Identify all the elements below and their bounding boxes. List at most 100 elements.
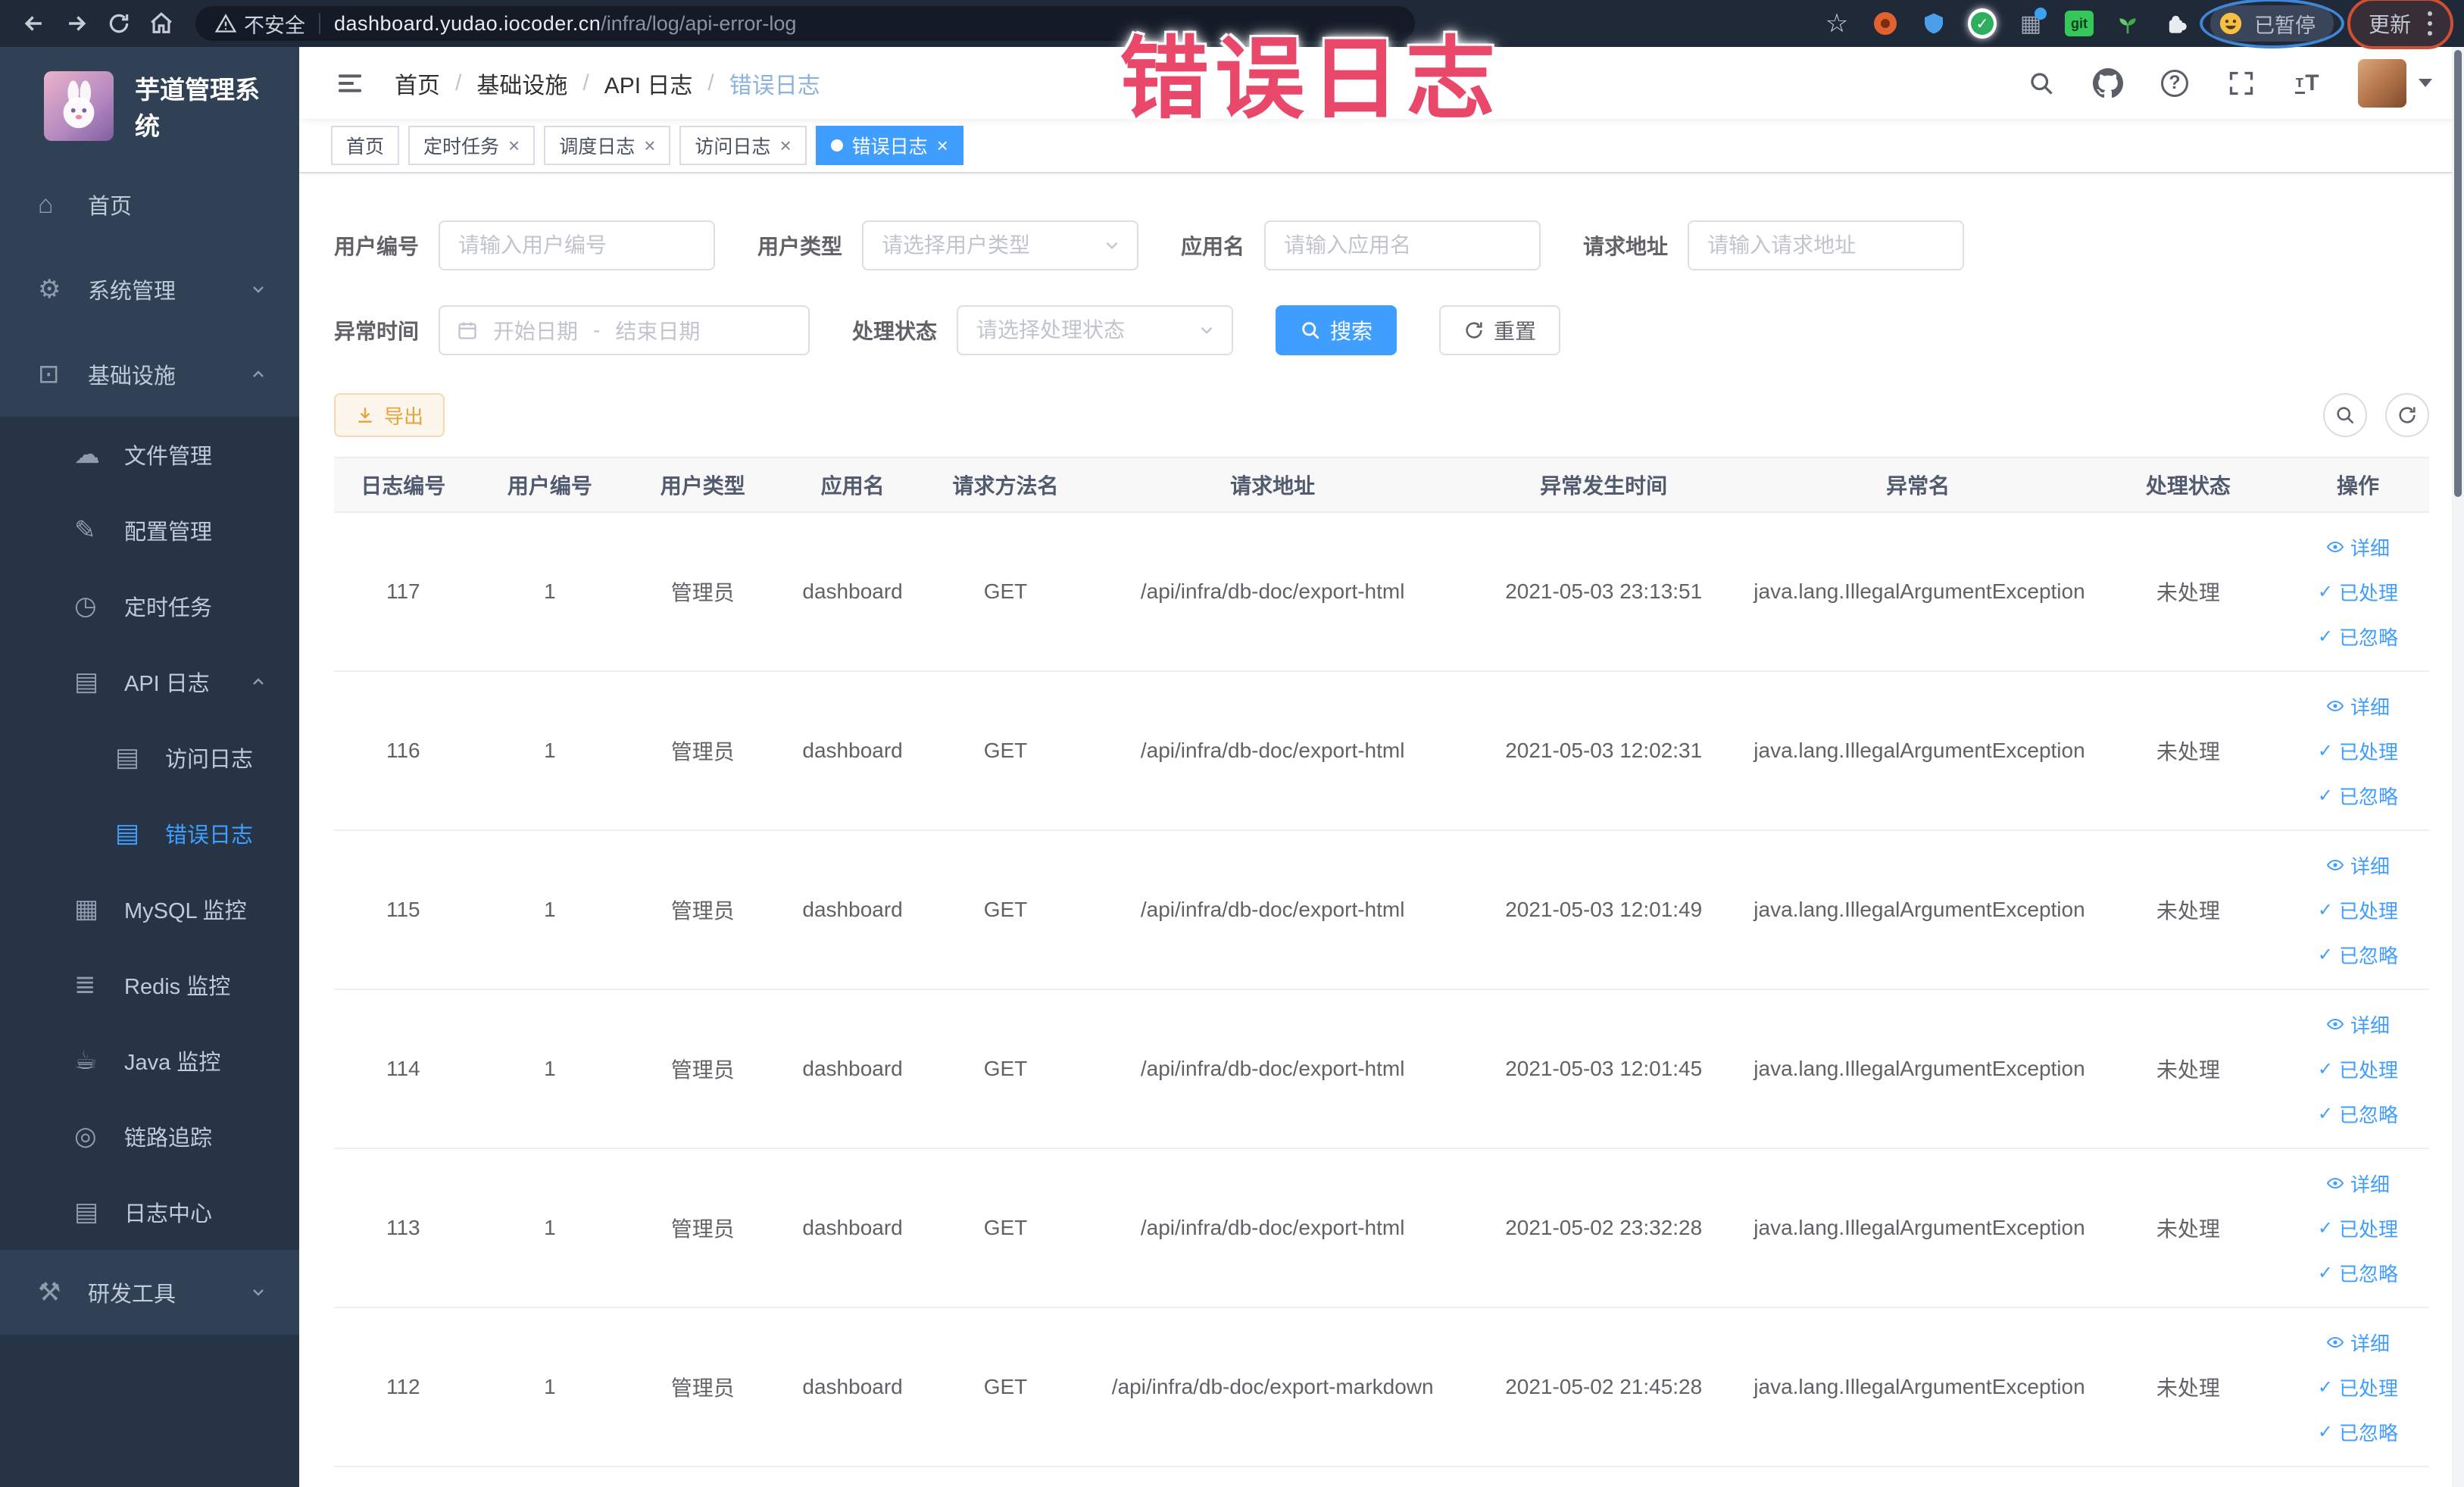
active-tab-dot xyxy=(830,139,843,152)
browser-home-icon[interactable] xyxy=(144,6,179,41)
search-button-label: 搜索 xyxy=(1330,320,1373,343)
extension-shield-icon[interactable] xyxy=(1919,9,1948,38)
monitor-icon: ⊡ xyxy=(38,360,60,389)
sidebar-item-dev-tools[interactable]: ⚒ 研发工具 xyxy=(0,1250,299,1335)
sidebar-item-config-manage[interactable]: ✎ 配置管理 xyxy=(0,492,299,568)
browser-toolbar: 不安全 dashboard.yudao.iocoder.cn/infra/log… xyxy=(0,0,2464,49)
detail-link[interactable]: 详细 xyxy=(2326,851,2390,879)
sidebar-item-trace[interactable]: ◎ 链路追踪 xyxy=(0,1098,299,1174)
sidebar-item-api-log[interactable]: ▤ API 日志 xyxy=(0,644,299,720)
extension-puzzle-icon[interactable] xyxy=(2162,9,2191,38)
sidebar-item-scheduled-jobs[interactable]: ◷ 定时任务 xyxy=(0,568,299,644)
tab-home[interactable]: 首页 xyxy=(331,126,400,165)
extension-vue-devtools-icon[interactable]: ✓ xyxy=(1967,8,1997,39)
extension-git-icon[interactable]: git xyxy=(2064,9,2094,38)
browser-menu-icon[interactable] xyxy=(2428,11,2432,36)
page-scrollbar[interactable] xyxy=(2452,47,2464,1487)
close-icon[interactable]: × xyxy=(779,136,791,155)
extension-grid-icon[interactable]: ▦ xyxy=(2016,8,2047,38)
col-user-id: 用户编号 xyxy=(507,474,592,498)
browser-forward-icon[interactable] xyxy=(59,6,94,41)
mark-ignored-link[interactable]: ✓ 已忽略 xyxy=(2318,1259,2398,1287)
tab-scheduled-jobs[interactable]: 定时任务 × xyxy=(408,126,536,165)
detail-link[interactable]: 详细 xyxy=(2326,1170,2390,1198)
mark-ignored-link[interactable]: ✓ 已忽略 xyxy=(2318,1100,2398,1128)
header-search-icon[interactable] xyxy=(2025,67,2058,100)
mark-ignored-link[interactable]: ✓ 已忽略 xyxy=(2318,782,2398,810)
scrollbar-thumb[interactable] xyxy=(2454,50,2462,497)
github-icon[interactable] xyxy=(2091,67,2125,100)
hamburger-icon[interactable] xyxy=(331,64,369,102)
paused-extension-pill[interactable]: 已暂停 xyxy=(2199,0,2344,48)
browser-reload-icon[interactable] xyxy=(101,6,136,41)
sidebar-item-label: 定时任务 xyxy=(124,596,213,620)
breadcrumb-infra[interactable]: 基础设施 xyxy=(476,67,567,100)
tab-error-log[interactable]: 错误日志 × xyxy=(815,126,963,165)
update-label: 更新 xyxy=(2368,13,2411,36)
security-warning[interactable]: 不安全 xyxy=(215,9,305,39)
toggle-search-button[interactable] xyxy=(2323,393,2367,437)
process-status-select[interactable] xyxy=(957,305,1234,355)
user-id-input[interactable] xyxy=(439,220,716,270)
sidebar-item-label: 基础设施 xyxy=(88,364,176,389)
sidebar-item-error-log[interactable]: ▤ 错误日志 xyxy=(0,795,299,871)
app-logo-row[interactable]: 芋道管理系统 xyxy=(0,61,299,162)
mark-processed-link[interactable]: ✓ 已处理 xyxy=(2318,737,2398,765)
sidebar-item-java-monitor[interactable]: ☕ Java 监控 xyxy=(0,1023,299,1098)
breadcrumb: 首页 / 基础设施 / API 日志 / 错误日志 xyxy=(395,67,820,100)
app-name-input[interactable] xyxy=(1264,220,1541,270)
sidebar-item-home[interactable]: ⌂ 首页 xyxy=(0,162,299,247)
close-icon[interactable]: × xyxy=(644,136,655,155)
sidebar-item-infra[interactable]: ⊡ 基础设施 xyxy=(0,332,299,417)
export-button[interactable]: 导出 xyxy=(334,393,445,437)
reset-button[interactable]: 重置 xyxy=(1439,305,1561,355)
search-button[interactable]: 搜索 xyxy=(1276,305,1398,355)
breadcrumb-home[interactable]: 首页 xyxy=(395,67,440,100)
close-icon[interactable]: × xyxy=(937,136,948,155)
mark-ignored-link[interactable]: ✓ 已忽略 xyxy=(2318,941,2398,969)
cell-actions: 详细 ✓ 已处理 ✓ 已忽略 xyxy=(2287,692,2429,810)
mark-ignored-link[interactable]: ✓ 已忽略 xyxy=(2318,623,2398,651)
breadcrumb-api-log[interactable]: API 日志 xyxy=(604,67,693,100)
user-menu[interactable] xyxy=(2358,58,2432,108)
mark-processed-link[interactable]: ✓ 已处理 xyxy=(2318,1214,2398,1242)
browser-update-button[interactable]: 更新 xyxy=(2347,0,2453,49)
close-icon[interactable]: × xyxy=(508,136,520,155)
font-size-icon[interactable]: тT xyxy=(2291,67,2325,100)
tab-access-log[interactable]: 访问日志 × xyxy=(679,126,807,165)
sidebar-item-system[interactable]: ⚙ 系统管理 xyxy=(0,247,299,332)
refresh-table-button[interactable] xyxy=(2385,393,2429,437)
request-url-input[interactable] xyxy=(1688,220,1965,270)
detail-link[interactable]: 详细 xyxy=(2326,1011,2390,1039)
sidebar-item-redis-monitor[interactable]: ≣ Redis 监控 xyxy=(0,947,299,1023)
extension-orange-icon[interactable] xyxy=(1871,9,1900,38)
extension-plant-icon[interactable] xyxy=(2113,9,2142,38)
browser-back-icon[interactable] xyxy=(17,6,52,41)
sidebar-item-file-manage[interactable]: ☁ 文件管理 xyxy=(0,417,299,492)
bookmark-star-icon[interactable]: ☆ xyxy=(1822,9,1851,38)
detail-link[interactable]: 详细 xyxy=(2326,1329,2390,1357)
user-type-select[interactable] xyxy=(862,220,1139,270)
warning-triangle-icon xyxy=(215,14,236,33)
mark-processed-link[interactable]: ✓ 已处理 xyxy=(2318,578,2398,606)
edit-icon: ✎ xyxy=(74,516,96,545)
check-icon: ✓ xyxy=(2317,740,2333,761)
mark-processed-link[interactable]: ✓ 已处理 xyxy=(2318,1373,2398,1401)
sidebar-item-mysql-monitor[interactable]: ▦ MySQL 监控 xyxy=(0,871,299,947)
mark-processed-link[interactable]: ✓ 已处理 xyxy=(2318,1055,2398,1083)
cell-exception-name: java.lang.IllegalArgumentException xyxy=(1754,1057,2085,1080)
url-divider xyxy=(319,13,320,34)
sidebar-item-log-center[interactable]: ▤ 日志中心 xyxy=(0,1174,299,1250)
tab-schedule-log[interactable]: 调度日志 × xyxy=(544,126,671,165)
detail-link[interactable]: 详细 xyxy=(2326,692,2390,720)
field-request-url: 请求地址 xyxy=(1583,220,1965,270)
sidebar-item-access-log[interactable]: ▤ 访问日志 xyxy=(0,720,299,795)
mark-processed-link[interactable]: ✓ 已处理 xyxy=(2318,896,2398,924)
fullscreen-icon[interactable] xyxy=(2225,67,2258,100)
detail-link[interactable]: 详细 xyxy=(2326,533,2390,561)
tab-label: 错误日志 xyxy=(851,136,928,158)
help-icon[interactable]: ? xyxy=(2158,67,2191,100)
date-range-picker[interactable]: 开始日期 - 结束日期 xyxy=(439,305,810,355)
mark-ignored-link[interactable]: ✓ 已忽略 xyxy=(2318,1418,2398,1446)
address-bar[interactable]: 不安全 dashboard.yudao.iocoder.cn/infra/log… xyxy=(195,6,1415,41)
